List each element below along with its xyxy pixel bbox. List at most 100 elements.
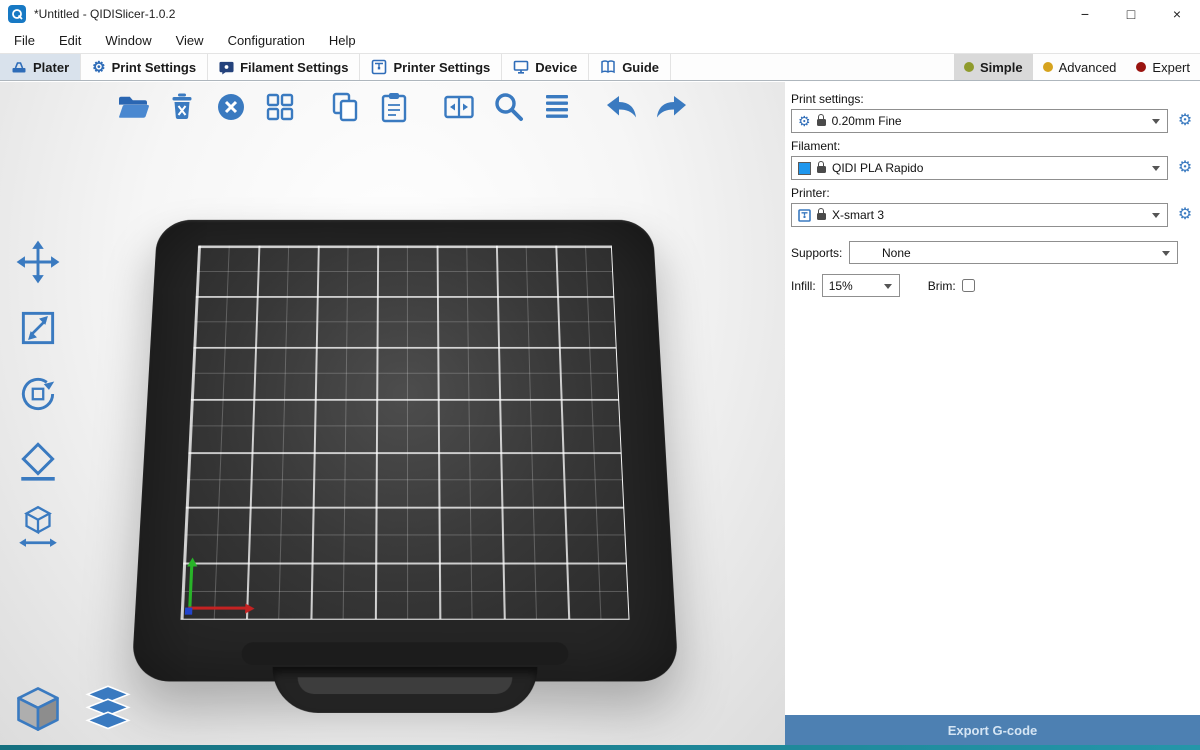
menu-file[interactable]: File — [2, 28, 47, 53]
menu-configuration[interactable]: Configuration — [216, 28, 317, 53]
chevron-down-icon — [1152, 166, 1160, 171]
view-mode-toggle — [10, 681, 136, 737]
printer-mini-icon — [798, 209, 811, 222]
bed-groove — [241, 642, 568, 665]
viewport-3d[interactable] — [0, 82, 785, 745]
gear-icon: ⚙ — [92, 60, 105, 75]
menubar: File Edit Window View Configuration Help — [0, 28, 1200, 53]
filament-value: QIDI PLA Rapido — [832, 161, 923, 175]
maximize-button[interactable]: □ — [1108, 0, 1154, 28]
copy-button[interactable] — [324, 86, 366, 128]
flatten-icon — [15, 437, 61, 483]
tab-device[interactable]: Device — [502, 54, 589, 80]
y-axis-indicator — [188, 566, 193, 610]
move-arrows-icon — [15, 239, 61, 285]
x-axis-indicator — [188, 607, 246, 610]
measure-icon — [15, 503, 61, 549]
print-settings-label: Print settings: — [791, 92, 1196, 106]
tabbar-spacer — [671, 54, 954, 80]
lock-icon — [817, 213, 826, 220]
cube-3d-icon — [12, 683, 64, 735]
minimize-button[interactable]: − — [1062, 0, 1108, 28]
mode-label: Simple — [980, 60, 1023, 75]
app-logo-icon — [8, 5, 26, 23]
supports-value: None — [856, 246, 911, 260]
undo-button[interactable] — [601, 86, 643, 128]
supports-label: Supports: — [791, 246, 849, 260]
device-monitor-icon — [513, 59, 529, 75]
place-on-face-tool-button[interactable] — [10, 432, 66, 488]
filament-combo[interactable]: QIDI PLA Rapido — [791, 156, 1168, 180]
open-button[interactable] — [112, 86, 154, 128]
filament-gear-button[interactable]: ⚙ — [1174, 160, 1196, 176]
tab-label: Device — [535, 60, 577, 75]
guide-book-icon — [600, 59, 616, 75]
mode-simple[interactable]: Simple — [954, 54, 1033, 80]
view-preview-button[interactable] — [80, 681, 136, 737]
z-axis-origin-indicator — [185, 608, 193, 615]
chevron-down-icon — [1152, 213, 1160, 218]
printer-combo[interactable]: X-smart 3 — [791, 203, 1168, 227]
layer-height-button[interactable] — [536, 86, 578, 128]
redo-arrow-icon — [652, 88, 690, 126]
menu-view[interactable]: View — [164, 28, 216, 53]
split-button[interactable] — [438, 86, 480, 128]
titlebar: *Untitled - QIDISlicer-1.0.2 − □ × — [0, 0, 1200, 28]
search-button[interactable] — [487, 86, 529, 128]
menu-help[interactable]: Help — [317, 28, 368, 53]
window-title: *Untitled - QIDISlicer-1.0.2 — [34, 7, 175, 21]
infill-value: 15% — [829, 279, 853, 293]
tab-print-settings[interactable]: ⚙ Print Settings — [81, 54, 208, 80]
rotate-tool-button[interactable] — [10, 366, 66, 422]
delete-button[interactable] — [161, 86, 203, 128]
layers-icon — [539, 89, 575, 125]
brim-checkbox[interactable] — [962, 279, 975, 292]
printer-gear-button[interactable]: ⚙ — [1174, 207, 1196, 223]
gear-icon: ⚙ — [798, 114, 811, 128]
infill-combo[interactable]: 15% — [822, 274, 900, 297]
print-settings-gear-button[interactable]: ⚙ — [1174, 113, 1196, 129]
arrange-grid-icon — [262, 89, 298, 125]
expert-mode-dot-icon — [1136, 62, 1146, 72]
tab-label: Printer Settings — [393, 60, 490, 75]
tab-printer-settings[interactable]: Printer Settings — [360, 54, 502, 80]
close-button[interactable]: × — [1154, 0, 1200, 28]
move-tool-button[interactable] — [10, 234, 66, 290]
tab-guide[interactable]: Guide — [589, 54, 671, 80]
view-3d-editor-button[interactable] — [10, 681, 66, 737]
delete-all-button[interactable] — [210, 86, 252, 128]
redo-button[interactable] — [650, 86, 692, 128]
mode-expert[interactable]: Expert — [1126, 54, 1200, 80]
measure-tool-button[interactable] — [10, 498, 66, 554]
build-plate — [131, 220, 679, 682]
lock-icon — [817, 166, 826, 173]
circle-x-icon — [213, 89, 249, 125]
bed-handle — [271, 667, 538, 713]
mode-advanced[interactable]: Advanced — [1033, 54, 1127, 80]
trash-icon — [164, 89, 200, 125]
tab-filament-settings[interactable]: Filament Settings — [208, 54, 360, 80]
chevron-down-icon — [1162, 251, 1170, 256]
export-gcode-button[interactable]: Export G-code — [785, 715, 1200, 745]
rotate-icon — [15, 371, 61, 417]
mode-label: Expert — [1152, 60, 1190, 75]
folder-icon — [115, 89, 151, 125]
copy-icon — [327, 89, 363, 125]
scale-tool-button[interactable] — [10, 300, 66, 356]
menu-window[interactable]: Window — [93, 28, 163, 53]
paste-button[interactable] — [373, 86, 415, 128]
tab-plater[interactable]: Plater — [0, 54, 81, 80]
filament-color-swatch — [798, 162, 811, 175]
arrange-button[interactable] — [259, 86, 301, 128]
chevron-down-icon — [1152, 119, 1160, 124]
tab-label: Plater — [33, 60, 69, 75]
scale-icon — [15, 305, 61, 351]
supports-combo[interactable]: None — [849, 241, 1178, 264]
bottom-accent-strip — [0, 745, 1200, 750]
menu-edit[interactable]: Edit — [47, 28, 93, 53]
paste-clipboard-icon — [376, 89, 412, 125]
plater-icon — [11, 59, 27, 75]
filament-label: Filament: — [791, 139, 1196, 153]
print-settings-combo[interactable]: ⚙ 0.20mm Fine — [791, 109, 1168, 133]
app-window: *Untitled - QIDISlicer-1.0.2 − □ × File … — [0, 0, 1200, 750]
